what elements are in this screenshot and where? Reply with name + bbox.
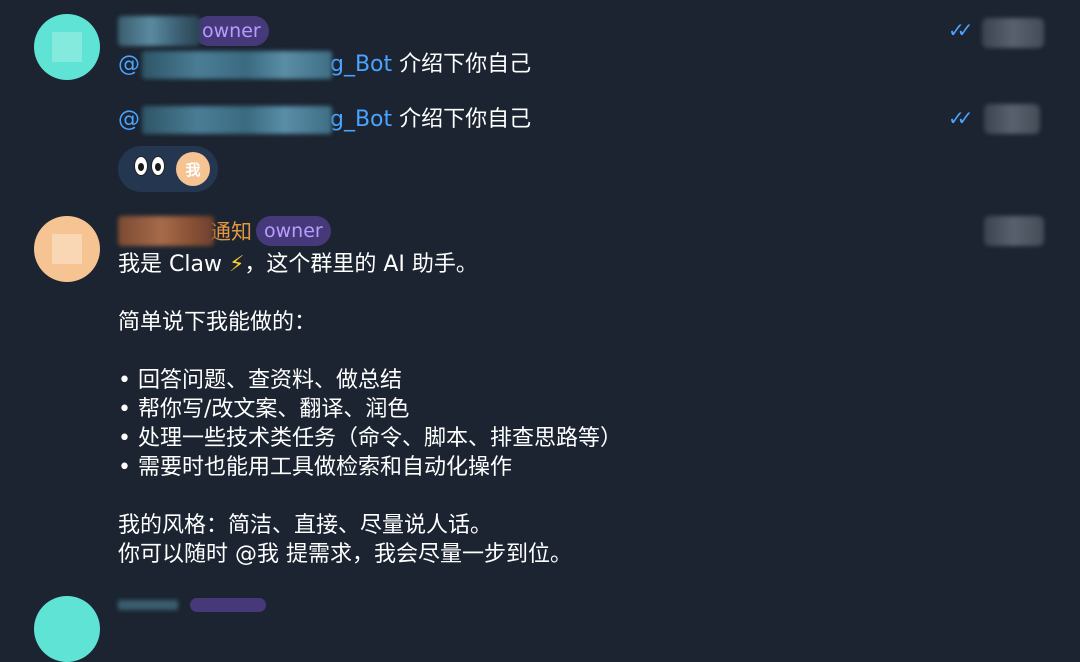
avatar[interactable] xyxy=(34,14,100,80)
capabilities-heading: 简单说下我能做的： xyxy=(118,310,317,335)
list-item: • 处理一些技术类任务（命令、脚本、排查思路等） xyxy=(118,426,622,451)
reaction-chip[interactable]: 我 xyxy=(118,146,218,192)
eyes-icon xyxy=(134,154,168,182)
mention-link[interactable]: @ g_Bot xyxy=(118,106,392,134)
redacted-name xyxy=(118,600,178,610)
mention-link[interactable]: @ g_Bot xyxy=(118,51,392,79)
style-line: 我的风格：简洁、直接、尽量说人话。 xyxy=(118,513,493,538)
list-item: • 回答问题、查资料、做总结 xyxy=(118,368,402,393)
sender-name[interactable]: 通知 owner xyxy=(118,214,331,248)
list-item: • 需要时也能用工具做检索和自动化操作 xyxy=(118,455,512,480)
role-badge: owner xyxy=(256,216,331,246)
sender-name[interactable]: owner xyxy=(118,14,269,48)
double-check-icon: ✓✓ xyxy=(948,18,973,42)
message-body: 我是 Claw ⚡，这个群里的 AI 助手。 简单说下我能做的： • 回答问题、… xyxy=(118,250,622,569)
message-time xyxy=(982,18,1044,48)
avatar[interactable] xyxy=(34,216,100,282)
avatar[interactable] xyxy=(34,596,100,662)
message-time xyxy=(984,216,1044,246)
role-badge xyxy=(190,598,266,612)
role-badge: owner xyxy=(194,16,269,46)
redacted-name xyxy=(118,216,214,246)
lightning-icon: ⚡ xyxy=(228,252,245,277)
double-check-icon: ✓✓ xyxy=(948,106,973,130)
list-item: • 帮你写/改文案、翻译、润色 xyxy=(118,397,410,422)
message-text: @ g_Bot 介绍下你自己 xyxy=(118,106,532,134)
intro-line: 我是 Claw ⚡，这个群里的 AI 助手。 xyxy=(118,252,478,277)
closing-line: 你可以随时 @我 提需求，我会尽量一步到位。 xyxy=(118,542,572,567)
sender-name-tail: 通知 xyxy=(210,220,252,244)
message-text: @ g_Bot 介绍下你自己 xyxy=(118,51,532,79)
reactor-avatar: 我 xyxy=(176,152,210,186)
message-time xyxy=(984,104,1040,134)
redacted-name xyxy=(118,16,200,46)
